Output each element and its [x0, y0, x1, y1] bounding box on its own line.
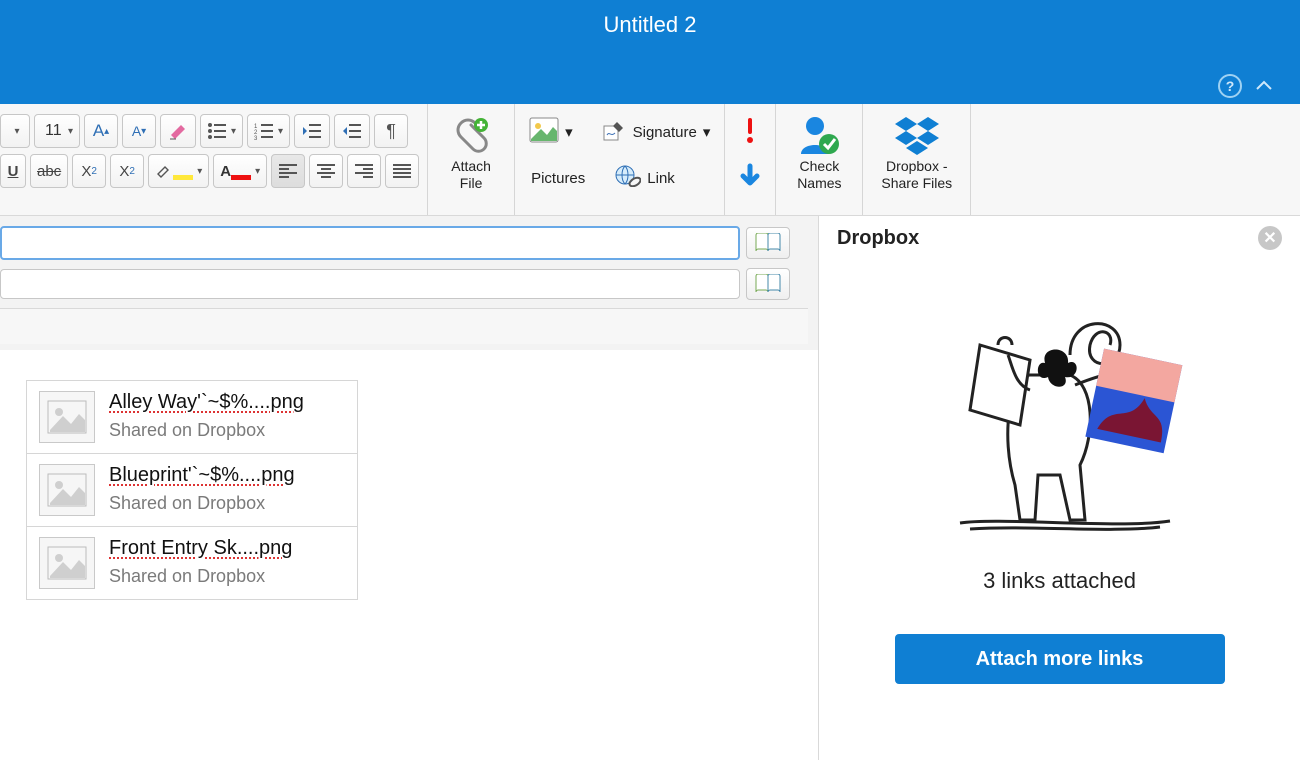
addins-group: Dropbox - Share Files: [863, 104, 971, 215]
attachment-subtitle: Shared on Dropbox: [109, 566, 292, 587]
attach-file-button[interactable]: Attach File: [436, 110, 506, 196]
superscript-button[interactable]: X2: [110, 154, 144, 188]
chevron-down-icon: ▾: [703, 123, 711, 141]
high-importance-button[interactable]: [741, 116, 759, 147]
dropbox-illustration: [915, 280, 1205, 540]
bullet-list-button[interactable]: ▾: [200, 114, 243, 148]
paragraph-marks-button[interactable]: ¶: [374, 114, 408, 148]
format-group: ▾ 11▾ A▴ A▾ ▾ 123▾ ¶: [0, 104, 428, 215]
low-importance-button[interactable]: [739, 163, 761, 194]
pictures-label: Pictures: [531, 170, 585, 187]
link-label: Link: [647, 170, 675, 187]
check-names-button[interactable]: Check Names: [784, 110, 854, 196]
align-right-button[interactable]: [347, 154, 381, 188]
person-check-icon: [797, 114, 841, 156]
close-panel-button[interactable]: ✕: [1258, 226, 1282, 250]
attachment-filename: Alley Way'`~$%....png: [109, 391, 304, 414]
signature-button[interactable]: Signature ▾: [597, 114, 717, 150]
font-color-button[interactable]: A▾: [213, 154, 267, 188]
dropbox-side-panel: Dropbox ✕: [818, 216, 1300, 760]
svg-text:3: 3: [254, 136, 258, 140]
image-placeholder-icon: [39, 391, 95, 443]
tags-group: [725, 104, 776, 215]
attachment-card[interactable]: Alley Way'`~$%....png Shared on Dropbox: [26, 380, 358, 454]
dropbox-share-label: Dropbox - Share Files: [881, 158, 952, 192]
clear-formatting-button[interactable]: [160, 114, 196, 148]
attach-more-links-button[interactable]: Attach more links: [895, 634, 1225, 684]
signature-label: Signature: [633, 124, 697, 141]
signature-icon: [603, 119, 627, 145]
ribbon-toolbar: ▾ 11▾ A▴ A▾ ▾ 123▾ ¶: [0, 104, 1300, 216]
paperclip-icon: [451, 114, 491, 156]
font-dropdown[interactable]: ▾: [0, 114, 30, 148]
message-body[interactable]: Alley Way'`~$%....png Shared on Dropbox …: [0, 350, 818, 760]
underline-button[interactable]: U: [0, 154, 26, 188]
decrease-indent-button[interactable]: [294, 114, 330, 148]
align-left-button[interactable]: [271, 154, 305, 188]
include-group: Attach File: [428, 104, 515, 215]
attachment-subtitle: Shared on Dropbox: [109, 493, 295, 514]
message-header-fields: [0, 216, 818, 357]
titlebar-help-strip: ?: [0, 68, 1300, 104]
link-button[interactable]: Link: [609, 162, 681, 194]
increase-font-button[interactable]: A▴: [84, 114, 118, 148]
picture-icon: [529, 117, 559, 147]
image-placeholder-icon: [39, 464, 95, 516]
cc-input[interactable]: [0, 269, 740, 299]
font-size-value: 11: [45, 122, 62, 140]
window-title: Untitled 2: [604, 12, 697, 38]
panel-status-text: 3 links attached: [983, 568, 1136, 594]
address-book-icon: [754, 274, 782, 294]
globe-link-icon: [615, 165, 641, 191]
address-book-icon: [754, 233, 782, 253]
increase-indent-button[interactable]: [334, 114, 370, 148]
collapse-ribbon-chevron-icon[interactable]: [1256, 77, 1272, 95]
attachment-filename: Blueprint'`~$%....png: [109, 464, 295, 487]
pictures-label-row[interactable]: Pictures: [523, 162, 591, 194]
low-importance-icon: [739, 163, 761, 191]
numbered-list-button[interactable]: 123▾: [247, 114, 290, 148]
decrease-font-button[interactable]: A▾: [122, 114, 156, 148]
highlight-color-button[interactable]: ▾: [148, 154, 209, 188]
font-size-dropdown[interactable]: 11▾: [34, 114, 80, 148]
subscript-button[interactable]: X2: [72, 154, 106, 188]
attachment-card[interactable]: Blueprint'`~$%....png Shared on Dropbox: [26, 453, 358, 527]
attachment-card[interactable]: Front Entry Sk....png Shared on Dropbox: [26, 526, 358, 600]
address-book-button[interactable]: [746, 227, 790, 259]
check-names-label: Check Names: [797, 158, 841, 192]
dropbox-icon: [894, 114, 940, 156]
attachment-subtitle: Shared on Dropbox: [109, 420, 304, 441]
pictures-button[interactable]: ▾: [523, 114, 579, 150]
attach-file-label: Attach File: [451, 158, 491, 192]
chevron-down-icon: ▾: [565, 123, 573, 141]
address-book-button-2[interactable]: [746, 268, 790, 300]
dropbox-share-button[interactable]: Dropbox - Share Files: [871, 110, 962, 196]
to-input[interactable]: [0, 226, 740, 260]
strikethrough-button[interactable]: abc: [30, 154, 68, 188]
image-placeholder-icon: [39, 537, 95, 589]
subject-input[interactable]: [0, 308, 808, 344]
align-justify-button[interactable]: [385, 154, 419, 188]
names-group: Check Names: [776, 104, 863, 215]
high-importance-icon: [741, 116, 759, 144]
attachment-filename: Front Entry Sk....png: [109, 537, 292, 560]
insert-group: ▾ Signature ▾ Pictures: [515, 104, 725, 215]
align-center-button[interactable]: [309, 154, 343, 188]
window-titlebar: Untitled 2: [0, 0, 1300, 68]
help-icon[interactable]: ?: [1218, 74, 1242, 98]
panel-title: Dropbox: [837, 227, 919, 250]
